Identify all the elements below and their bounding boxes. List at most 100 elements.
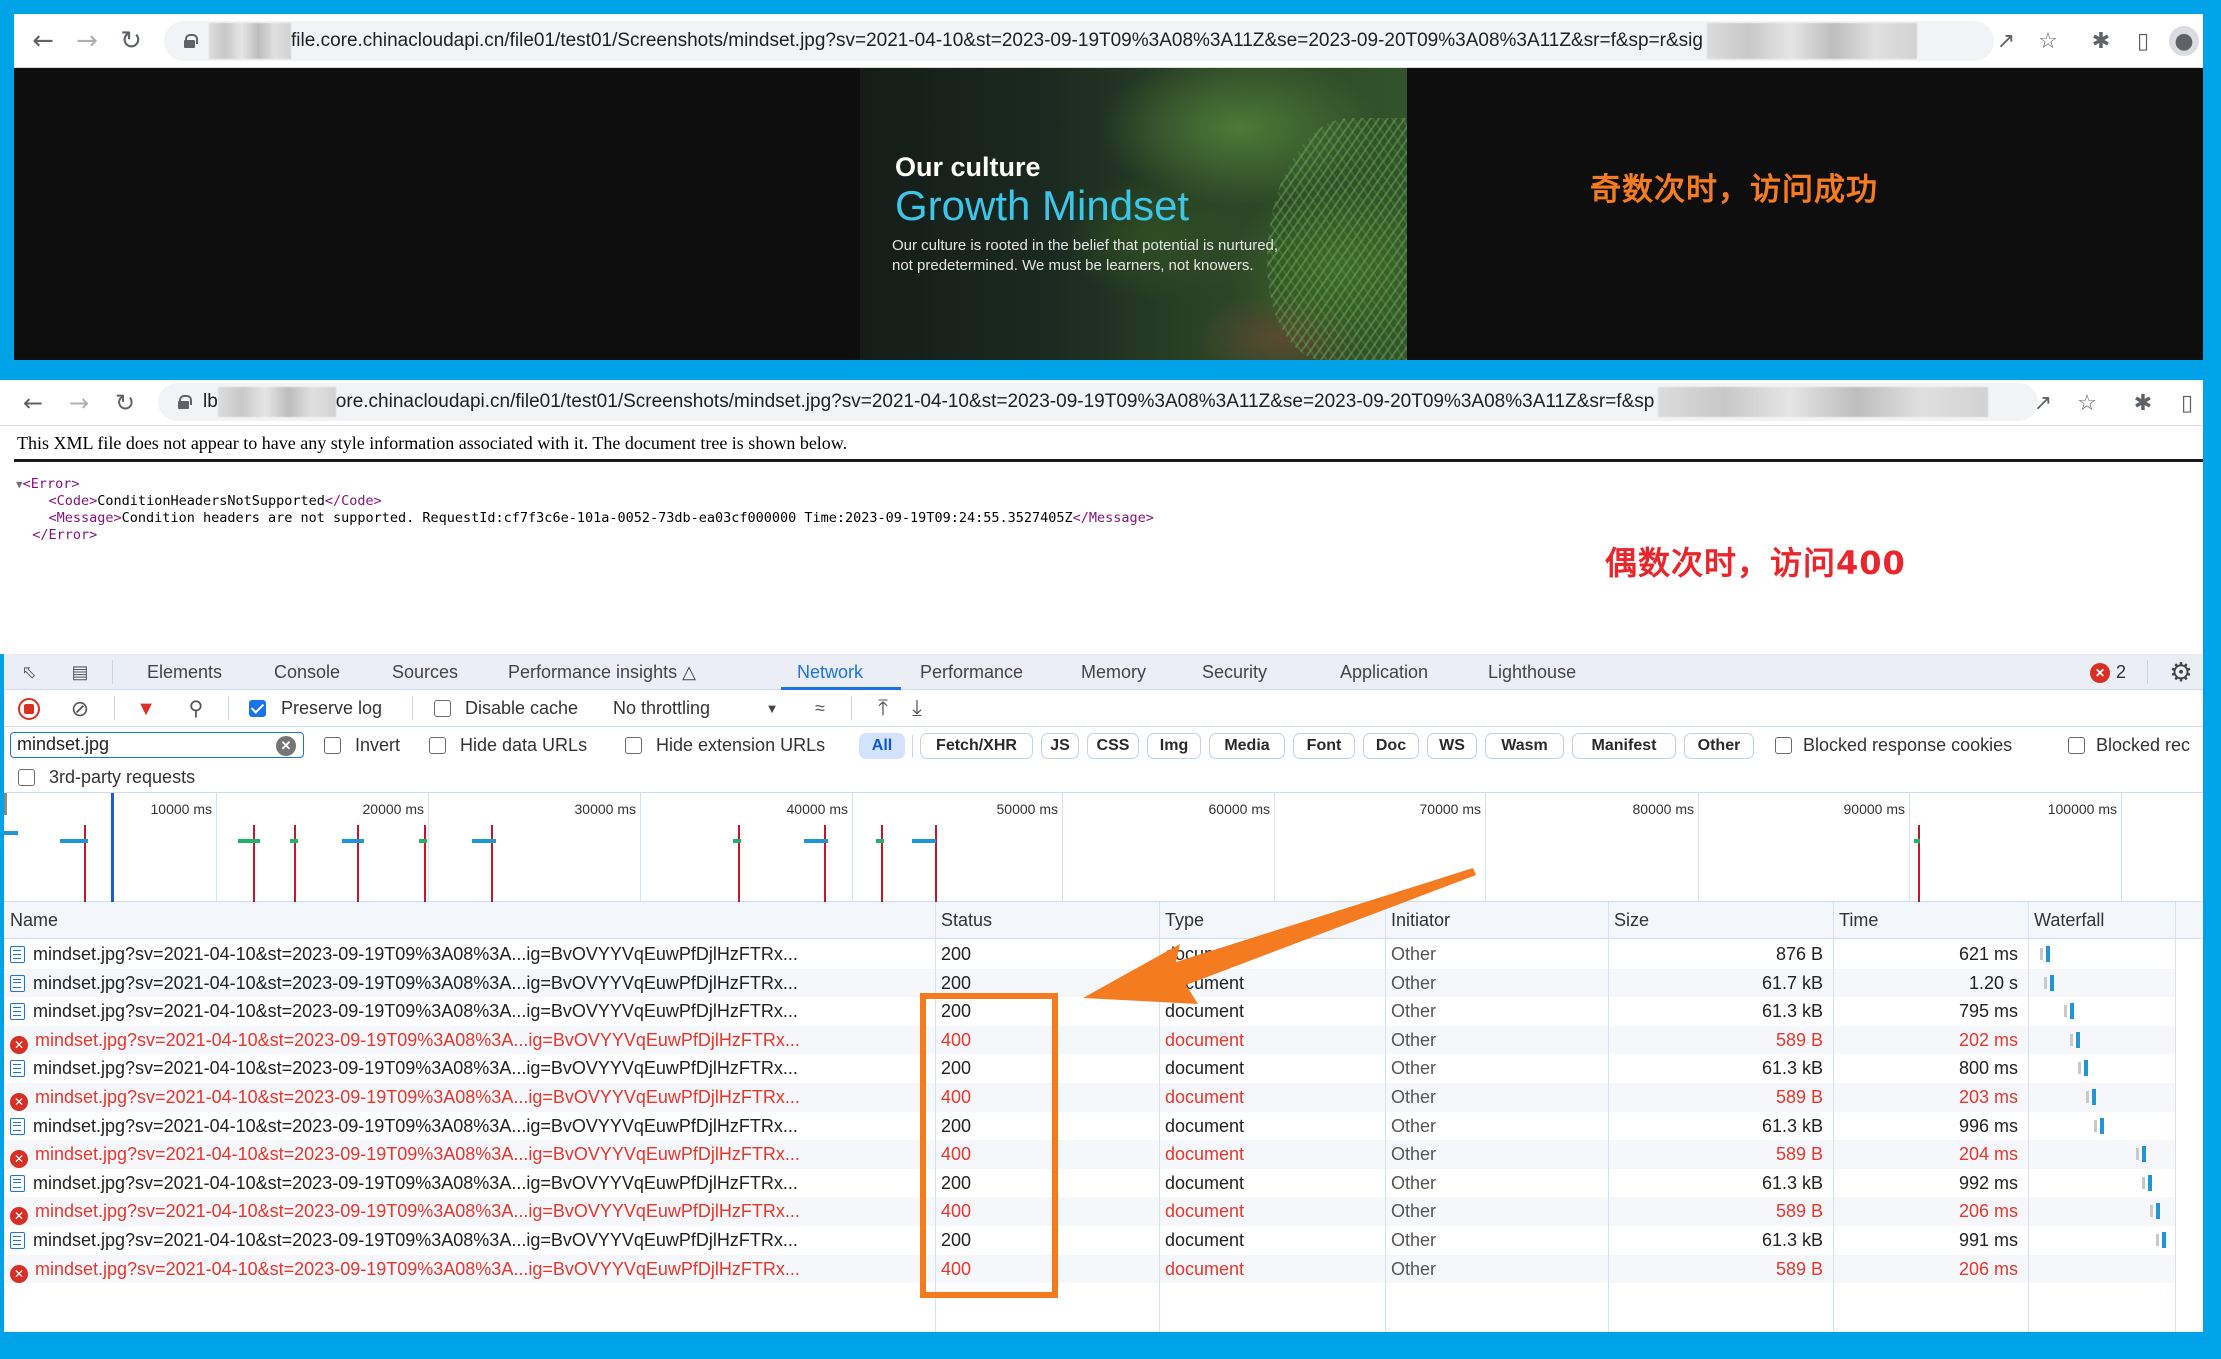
network-overview-timeline[interactable]: 10000 ms 20000 ms 30000 ms 40000 ms 50000 ms… xyxy=(4,793,2203,902)
back-icon[interactable]: ← xyxy=(16,386,50,420)
column-divider[interactable] xyxy=(2028,902,2029,1332)
blocked-response-cookies-label[interactable]: Blocked response cookies xyxy=(1803,735,2012,756)
third-party-label[interactable]: 3rd-party requests xyxy=(49,767,195,788)
filter-type-other[interactable]: Other xyxy=(1684,733,1754,759)
filter-type-ws[interactable]: WS xyxy=(1427,733,1477,759)
error-badge-icon[interactable]: ✕ xyxy=(2090,663,2110,683)
column-header-status[interactable]: Status xyxy=(935,902,1159,939)
column-header-size[interactable]: Size xyxy=(1608,902,1833,939)
filter-type-media[interactable]: Media xyxy=(1209,733,1285,759)
tab-application[interactable]: Application xyxy=(1340,662,1428,683)
filter-type-font[interactable]: Font xyxy=(1293,733,1355,759)
tab-memory[interactable]: Memory xyxy=(1081,662,1146,683)
column-divider[interactable] xyxy=(1385,902,1386,1332)
filter-type-js[interactable]: JS xyxy=(1041,733,1079,759)
filter-input[interactable]: mindset.jpg xyxy=(10,732,304,758)
hide-data-urls-checkbox[interactable] xyxy=(429,737,446,754)
invert-label[interactable]: Invert xyxy=(355,735,400,756)
hide-data-urls-label[interactable]: Hide data URLs xyxy=(460,735,587,756)
extensions-icon[interactable]: ✱ xyxy=(2128,388,2158,418)
filter-type-all[interactable]: All xyxy=(859,733,905,759)
request-name[interactable]: mindset.jpg?sv=2021-04-10&st=2023-09-19T… xyxy=(33,1230,798,1250)
table-row[interactable]: mindset.jpg?sv=2021-04-10&st=2023-09-19T… xyxy=(4,968,2175,998)
share-icon[interactable]: ↗ xyxy=(2028,388,2058,418)
column-divider[interactable] xyxy=(1608,902,1609,1332)
table-row[interactable]: mindset.jpg?sv=2021-04-10&st=2023-09-19T… xyxy=(4,1168,2175,1198)
request-name[interactable]: mindset.jpg?sv=2021-04-10&st=2023-09-19T… xyxy=(35,1259,800,1279)
table-row-error[interactable]: ✕ mindset.jpg?sv=2021-04-10&st=2023-09-19… xyxy=(4,1140,2175,1169)
back-icon[interactable]: ← xyxy=(26,24,60,58)
request-name[interactable]: mindset.jpg?sv=2021-04-10&st=2023-09-19T… xyxy=(33,1001,798,1021)
address-bar[interactable]: lb ore.chinacloudapi.cn/file01/test01/Sc… xyxy=(158,383,2038,421)
filter-type-wasm[interactable]: Wasm xyxy=(1485,733,1564,759)
disable-cache-checkbox[interactable] xyxy=(434,700,451,717)
disable-cache-label[interactable]: Disable cache xyxy=(465,698,578,719)
table-row[interactable]: mindset.jpg?sv=2021-04-10&st=2023-09-19T… xyxy=(4,940,2175,969)
tab-sources[interactable]: Sources xyxy=(392,662,458,683)
tab-performance-insights[interactable]: Performance insights △ xyxy=(508,662,696,683)
hide-extension-urls-label[interactable]: Hide extension URLs xyxy=(656,735,825,756)
reload-icon[interactable]: ↻ xyxy=(114,24,148,58)
stop-recording-icon[interactable] xyxy=(18,698,40,720)
column-header-type[interactable]: Type xyxy=(1159,902,1385,939)
share-icon[interactable]: ↗ xyxy=(1991,26,2021,56)
request-name[interactable]: mindset.jpg?sv=2021-04-10&st=2023-09-19T… xyxy=(33,973,798,993)
tab-elements[interactable]: Elements xyxy=(147,662,222,683)
star-icon[interactable]: ☆ xyxy=(2072,388,2102,418)
invert-checkbox[interactable] xyxy=(324,737,341,754)
hide-extension-urls-checkbox[interactable] xyxy=(625,737,642,754)
extensions-icon[interactable]: ✱ xyxy=(2086,26,2116,56)
blocked-requests-checkbox[interactable] xyxy=(2068,737,2085,754)
filter-type-fetch-xhr[interactable]: Fetch/XHR xyxy=(920,733,1033,759)
tab-performance[interactable]: Performance xyxy=(920,662,1023,683)
export-har-icon[interactable]: ⤓ xyxy=(904,695,930,721)
tab-security[interactable]: Security xyxy=(1202,662,1267,683)
column-divider[interactable] xyxy=(1833,902,1834,1332)
throttling-select[interactable]: No throttling xyxy=(613,698,710,719)
request-name[interactable]: mindset.jpg?sv=2021-04-10&st=2023-09-19T… xyxy=(33,1173,798,1193)
error-count[interactable]: 2 xyxy=(2116,662,2126,683)
filter-type-manifest[interactable]: Manifest xyxy=(1572,733,1676,759)
collapse-triangle-icon[interactable]: ▼ xyxy=(16,478,23,491)
settings-gear-icon[interactable]: ⚙ xyxy=(2166,657,2196,687)
timeline-drag-handle[interactable] xyxy=(4,793,7,815)
clear-filter-icon[interactable]: ✕ xyxy=(276,736,296,756)
blocked-response-cookies-checkbox[interactable] xyxy=(1775,737,1792,754)
table-row[interactable]: mindset.jpg?sv=2021-04-10&st=2023-09-19T… xyxy=(4,1054,2175,1083)
search-icon[interactable]: ⚲ xyxy=(184,696,208,720)
side-panel-icon[interactable]: ▯ xyxy=(2128,26,2158,56)
column-header-initiator[interactable]: Initiator xyxy=(1385,902,1608,939)
forward-icon[interactable]: → xyxy=(62,386,96,420)
table-row-error[interactable]: ✕ mindset.jpg?sv=2021-04-10&st=2023-09-19… xyxy=(4,1197,2175,1226)
filter-icon[interactable]: ▼ xyxy=(134,697,158,721)
profile-icon[interactable]: ● xyxy=(2169,26,2199,56)
request-name[interactable]: mindset.jpg?sv=2021-04-10&st=2023-09-19T… xyxy=(35,1030,800,1050)
preserve-log-checkbox[interactable] xyxy=(249,700,266,717)
filter-type-css[interactable]: CSS xyxy=(1087,733,1139,759)
request-name[interactable]: mindset.jpg?sv=2021-04-10&st=2023-09-19T… xyxy=(33,944,798,964)
inspect-element-icon[interactable]: ⬁ xyxy=(16,660,42,684)
network-conditions-icon[interactable]: ≈ xyxy=(804,696,836,720)
device-toolbar-icon[interactable]: ▤ xyxy=(66,660,94,684)
column-divider[interactable] xyxy=(1159,902,1160,1332)
table-row-error[interactable]: ✕ mindset.jpg?sv=2021-04-10&st=2023-09-19… xyxy=(4,1254,2175,1284)
table-row-error[interactable]: ✕ mindset.jpg?sv=2021-04-10&st=2023-09-19… xyxy=(4,1083,2175,1112)
dropdown-arrow-icon[interactable]: ▼ xyxy=(762,698,782,718)
request-name[interactable]: mindset.jpg?sv=2021-04-10&st=2023-09-19T… xyxy=(33,1058,798,1078)
column-header-waterfall[interactable]: Waterfall xyxy=(2028,902,2203,939)
reload-icon[interactable]: ↻ xyxy=(108,386,142,420)
forward-icon[interactable]: → xyxy=(70,24,104,58)
request-name[interactable]: mindset.jpg?sv=2021-04-10&st=2023-09-19T… xyxy=(33,1116,798,1136)
tab-console[interactable]: Console xyxy=(274,662,340,683)
column-divider[interactable] xyxy=(2175,902,2176,1332)
column-header-name[interactable]: Name xyxy=(4,902,935,939)
request-name[interactable]: mindset.jpg?sv=2021-04-10&st=2023-09-19T… xyxy=(35,1144,800,1164)
filter-type-doc[interactable]: Doc xyxy=(1363,733,1419,759)
request-name[interactable]: mindset.jpg?sv=2021-04-10&st=2023-09-19T… xyxy=(35,1201,800,1221)
column-header-time[interactable]: Time xyxy=(1833,902,2028,939)
preserve-log-label[interactable]: Preserve log xyxy=(281,698,382,719)
tab-lighthouse[interactable]: Lighthouse xyxy=(1488,662,1576,683)
table-row[interactable]: mindset.jpg?sv=2021-04-10&st=2023-09-19T… xyxy=(4,1111,2175,1141)
address-bar[interactable]: file.core.chinacloudapi.cn/file01/test01… xyxy=(164,21,1994,61)
import-har-icon[interactable]: ⤒ xyxy=(870,695,896,721)
